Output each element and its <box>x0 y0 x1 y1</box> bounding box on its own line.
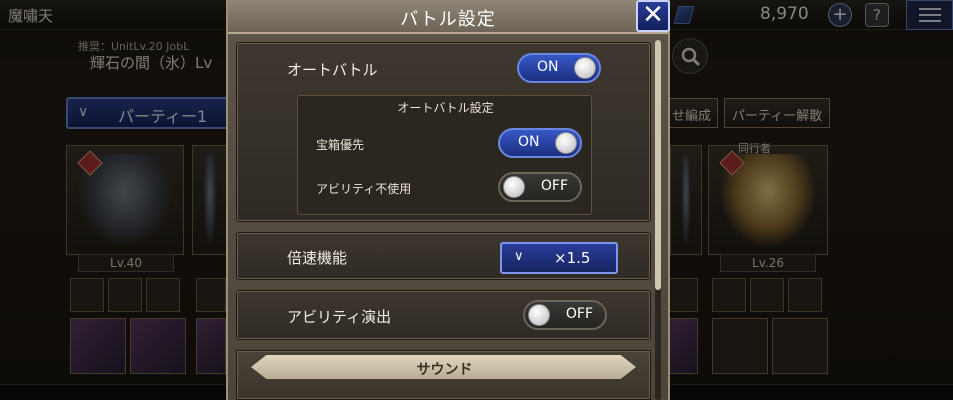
auto-battle-panel: オートバトル ON オートバトル設定 宝箱優先 ON アビリティ不使用 OFF <box>236 42 651 222</box>
chevron-down-icon: ∨ <box>514 249 524 264</box>
toggle-state: OFF <box>540 178 568 194</box>
toggle-knob <box>574 57 596 79</box>
battle-settings-dialog: バトル設定 ✕ オートバトル ON オートバトル設定 宝箱優先 ON アビリティ… <box>226 0 670 400</box>
treasure-priority-toggle[interactable]: ON <box>498 128 582 158</box>
sound-section: サウンド <box>236 350 651 400</box>
close-button[interactable]: ✕ <box>636 0 670 32</box>
auto-battle-settings-panel: オートバトル設定 宝箱優先 ON アビリティ不使用 OFF <box>297 95 592 215</box>
toggle-state: ON <box>537 59 559 75</box>
scrollbar[interactable] <box>655 40 661 400</box>
sound-section-title: サウンド <box>416 362 473 378</box>
speed-label: 倍速機能 <box>287 249 348 267</box>
ability-effects-panel: アビリティ演出 OFF <box>236 290 651 340</box>
auto-battle-label: オートバトル <box>287 61 378 79</box>
auto-battle-settings-title: オートバトル設定 <box>397 101 494 115</box>
scrollbar-thumb[interactable] <box>655 40 661 290</box>
speed-select[interactable]: ∨ ×1.5 <box>500 242 618 274</box>
speed-panel: 倍速機能 ∨ ×1.5 <box>236 232 651 280</box>
ability-effects-label: アビリティ演出 <box>287 308 392 326</box>
speed-value: ×1.5 <box>554 249 591 267</box>
no-ability-toggle[interactable]: OFF <box>498 172 582 202</box>
dialog-header: バトル設定 ✕ <box>228 0 670 34</box>
toggle-knob <box>528 304 550 326</box>
toggle-knob <box>555 132 577 154</box>
toggle-state: OFF <box>565 306 593 322</box>
no-ability-label: アビリティ不使用 <box>316 182 412 196</box>
toggle-knob <box>503 176 525 198</box>
ability-effects-toggle[interactable]: OFF <box>523 300 607 330</box>
toggle-state: ON <box>518 134 540 150</box>
dialog-title: バトル設定 <box>400 9 496 30</box>
treasure-priority-label: 宝箱優先 <box>316 138 365 152</box>
auto-battle-toggle[interactable]: ON <box>517 53 601 83</box>
